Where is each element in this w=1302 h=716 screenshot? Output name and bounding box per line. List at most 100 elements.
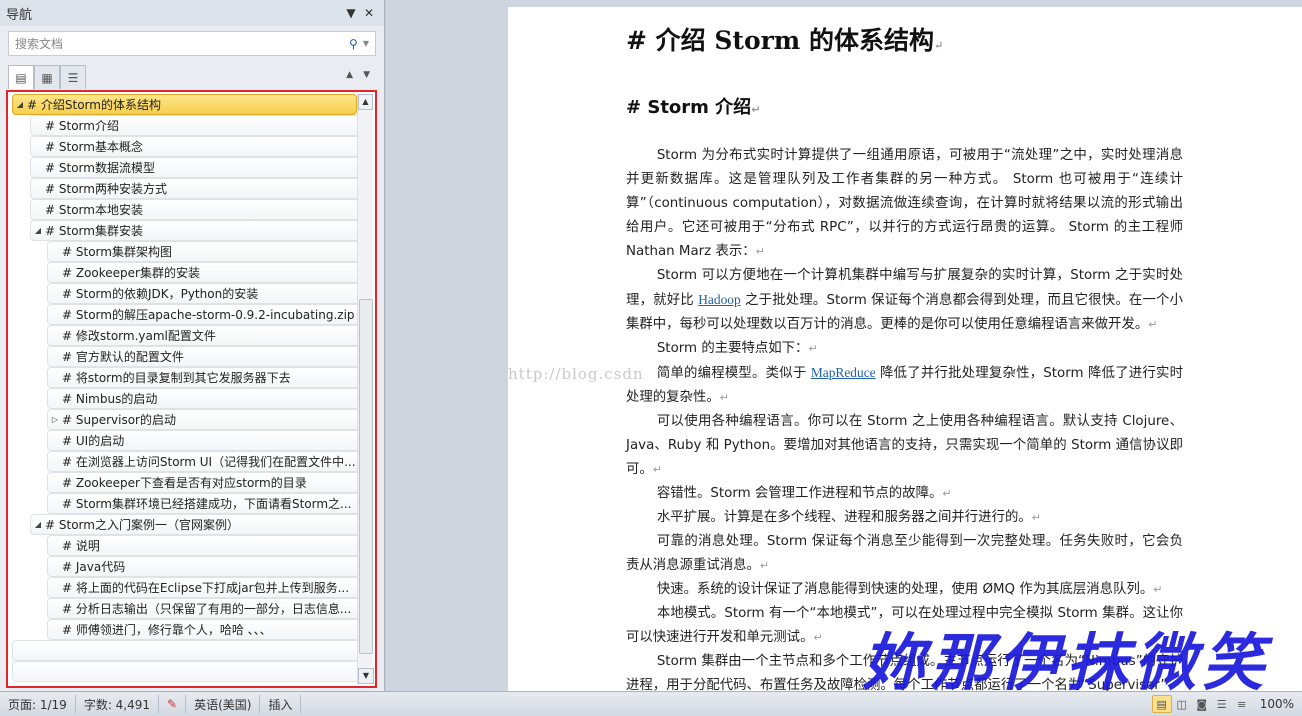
nav-heading-label: # Java代码 <box>62 560 126 574</box>
scroll-thumb[interactable] <box>359 299 373 654</box>
nav-heading-label: # 将上面的代码在Eclipse下打成jar包并上传到服务... <box>62 581 350 595</box>
nav-header: 导航 ▼ ✕ <box>0 0 384 26</box>
next-heading-icon[interactable]: ▼ <box>363 70 370 80</box>
scroll-up-icon[interactable]: ▲ <box>358 94 373 110</box>
heading-2: # Storm 介绍↵ <box>626 97 761 118</box>
nav-heading-label: # Storm的解压apache-storm-0.9.2-incubating.… <box>62 308 355 322</box>
nav-heading-label: # Nimbus的启动 <box>62 392 158 406</box>
nav-heading-item[interactable]: # 说明 <box>47 535 357 556</box>
previous-heading-icon[interactable]: ▲ <box>346 70 353 80</box>
nav-heading-item[interactable]: # Storm本地安装 <box>30 199 357 220</box>
nav-heading-label: # Storm的依赖JDK，Python的安装 <box>62 287 259 301</box>
nav-heading-item[interactable]: # 官方默认的配置文件 <box>47 346 357 367</box>
print-layout-icon[interactable]: ▤ <box>1151 695 1172 713</box>
search-options-dropdown-icon[interactable]: ▼ <box>363 39 369 48</box>
nav-heading-item[interactable]: # Storm基本概念 <box>30 136 357 157</box>
nav-heading-label: # Storm基本概念 <box>45 140 143 154</box>
nav-heading-item[interactable]: # Storm介绍 <box>30 115 357 136</box>
nav-heading-label: # 将storm的目录复制到其它发服务器下去 <box>62 371 291 385</box>
nav-heading-item[interactable]: # Zookeeper下查看是否有对应storm的目录 <box>47 472 357 493</box>
nav-heading-label: # 修改storm.yaml配置文件 <box>62 329 216 343</box>
nav-title: 导航 <box>6 7 33 23</box>
nav-heading-item[interactable]: # Storm数据流模型 <box>30 157 357 178</box>
nav-heading-label: # Storm集群安装 <box>45 224 143 238</box>
heading-1: # 介绍 Storm 的体系结构↵ <box>626 26 944 55</box>
expand-icon[interactable]: ▷ <box>48 415 62 424</box>
nav-heading-label: # 介绍Storm的体系结构 <box>27 98 161 112</box>
search-input[interactable]: 搜索文档 ⚲ ▼ <box>8 31 376 56</box>
nav-heading-item[interactable]: ◢ # Storm集群安装 <box>30 220 357 241</box>
nav-heading-label: # 官方默认的配置文件 <box>62 350 184 364</box>
reading-layout-icon[interactable]: ◫ <box>1172 695 1192 713</box>
empty-row <box>12 661 357 682</box>
nav-heading-item[interactable]: # Zookeeper集群的安装 <box>47 262 357 283</box>
nav-heading-label: # Storm数据流模型 <box>45 161 155 175</box>
paragraph: 容错性。Storm 会管理工作进程和节点的故障。↵ <box>656 486 952 501</box>
document-body: Storm 为分布式实时计算提供了一组通用原语，可被用于“流处理”之中，实时处理… <box>626 144 1183 691</box>
url-watermark: http://blog.csdn <box>508 365 644 383</box>
status-bar: 页面: 1/19 字数: 4,491 ✎ 英语(美国) 插入 ▤ ◫ ◙ ☰ ≡… <box>0 691 1302 716</box>
nav-heading-item[interactable]: # Storm两种安装方式 <box>30 178 357 199</box>
paragraph: Storm 可以方便地在一个计算机集群中编写与扩展复杂的实时计算，Storm 之… <box>626 268 1183 332</box>
collapse-icon[interactable]: ◢ <box>31 520 45 529</box>
nav-heading-label: # 说明 <box>62 539 100 553</box>
hadoop-link[interactable]: Hadoop <box>698 292 740 307</box>
draft-icon[interactable]: ≡ <box>1232 695 1252 713</box>
nav-heading-item[interactable]: # Storm的解压apache-storm-0.9.2-incubating.… <box>47 304 357 325</box>
nav-heading-item[interactable]: # 修改storm.yaml配置文件 <box>47 325 357 346</box>
nav-heading-item[interactable]: # 分析日志输出（只保留了有用的一部分，日志信息... <box>47 598 357 619</box>
empty-row <box>12 640 357 661</box>
paragraph: 可靠的消息处理。Storm 保证每个消息至少能得到一次完整处理。任务失败时，它会… <box>626 534 1183 573</box>
nav-heading-label: # Storm两种安装方式 <box>45 182 167 196</box>
nav-heading-label: # Storm集群架构图 <box>62 245 172 259</box>
mapreduce-link[interactable]: MapReduce <box>811 365 876 380</box>
paragraph: 简单的编程模型。类似于 MapReduce 降低了并行批处理复杂性，Storm … <box>626 365 1183 405</box>
paragraph: Storm 为分布式实时计算提供了一组通用原语，可被用于“流处理”之中，实时处理… <box>626 148 1183 259</box>
tab-headings-icon[interactable]: ▤ <box>8 65 34 89</box>
navigation-pane: 导航 ▼ ✕ 搜索文档 ⚲ ▼ ▤ ▦ ☰ ▲ ▼ ◢ # 介绍Storm的体系结… <box>0 0 385 691</box>
nav-heading-label: # Zookeeper下查看是否有对应storm的目录 <box>62 476 307 490</box>
collapse-icon[interactable]: ◢ <box>31 226 45 235</box>
nav-heading-item[interactable]: # Nimbus的启动 <box>47 388 357 409</box>
insert-mode[interactable]: 插入 <box>260 695 302 713</box>
nav-menu-dropdown-icon[interactable]: ▼ <box>342 6 360 20</box>
zoom-level[interactable]: 100% <box>1252 697 1302 711</box>
nav-heading-label: # UI的启动 <box>62 434 125 448</box>
nav-heading-label: # 在浏览器上访问Storm UI（记得我们在配置文件中... <box>62 455 356 469</box>
nav-heading-item[interactable]: ◢ # Storm之入门案例一（官网案例） <box>30 514 357 535</box>
nav-heading-item[interactable]: # Java代码 <box>47 556 357 577</box>
nav-heading-item[interactable]: # 师傅领进门，修行靠个人，哈哈 、、、 <box>47 619 357 640</box>
page-count[interactable]: 页面: 1/19 <box>0 695 76 713</box>
search-icon[interactable]: ⚲ <box>349 37 358 51</box>
nav-heading-item[interactable]: # 在浏览器上访问Storm UI（记得我们在配置文件中... <box>47 451 357 472</box>
nav-heading-item[interactable]: # Storm的依赖JDK，Python的安装 <box>47 283 357 304</box>
nav-heading-label: # Storm介绍 <box>45 119 119 133</box>
nav-heading-item[interactable]: ◢ # 介绍Storm的体系结构 <box>12 94 357 115</box>
outline-icon[interactable]: ☰ <box>1212 695 1232 713</box>
collapse-icon[interactable]: ◢ <box>13 100 27 109</box>
proofing-icon[interactable]: ✎ <box>159 695 187 713</box>
language-status[interactable]: 英语(美国) <box>186 695 261 713</box>
nav-heading-label: # Storm本地安装 <box>45 203 143 217</box>
nav-close-icon[interactable]: ✕ <box>360 6 378 20</box>
tab-pages-icon[interactable]: ▦ <box>34 65 60 89</box>
tab-results-icon[interactable]: ☰ <box>60 65 86 89</box>
paragraph: Storm 的主要特点如下：↵ <box>656 341 818 356</box>
web-layout-icon[interactable]: ◙ <box>1192 695 1212 713</box>
document-area: # 介绍 Storm 的体系结构↵ # Storm 介绍↵ Storm 为分布式… <box>386 0 1302 691</box>
nav-heading-label: # Zookeeper集群的安装 <box>62 266 200 280</box>
heading-tree: ◢ # 介绍Storm的体系结构 # Storm介绍 # Storm基本概念 # Sto… <box>6 90 377 688</box>
nav-heading-item[interactable]: # UI的启动 <box>47 430 357 451</box>
document-page[interactable]: # 介绍 Storm 的体系结构↵ # Storm 介绍↵ Storm 为分布式… <box>508 7 1302 691</box>
paragraph: 水平扩展。计算是在多个线程、进程和服务器之间并行进行的。↵ <box>656 510 1041 525</box>
nav-heading-item[interactable]: # Storm集群环境已经搭建成功，下面请看Storm之... <box>47 493 357 514</box>
nav-heading-item[interactable]: # 将上面的代码在Eclipse下打成jar包并上传到服务... <box>47 577 357 598</box>
search-placeholder: 搜索文档 <box>15 37 64 51</box>
word-count[interactable]: 字数: 4,491 <box>76 695 160 713</box>
nav-heading-item[interactable]: # 将storm的目录复制到其它发服务器下去 <box>47 367 357 388</box>
nav-heading-label: # 分析日志输出（只保留了有用的一部分，日志信息... <box>62 602 352 616</box>
nav-heading-item[interactable]: # Storm集群架构图 <box>47 241 357 262</box>
nav-heading-item[interactable]: ▷ # Supervisor的启动 <box>47 409 357 430</box>
tree-scrollbar[interactable]: ▲ ▼ <box>357 94 374 684</box>
scroll-down-icon[interactable]: ▼ <box>358 668 374 684</box>
